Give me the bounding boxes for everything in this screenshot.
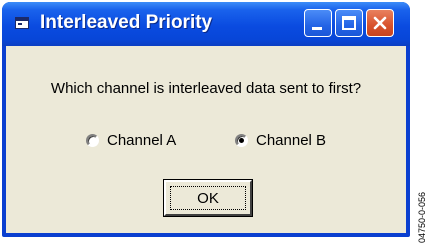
minimize-icon xyxy=(312,27,322,30)
window-title: Interleaved Priority xyxy=(40,12,213,33)
dialog-body: Which channel is interleaved data sent t… xyxy=(6,46,406,233)
radio-button-unselected[interactable] xyxy=(86,133,99,147)
radio-button-selected[interactable] xyxy=(235,133,248,147)
radio-channel-b[interactable]: Channel B xyxy=(235,130,326,150)
figure-id: 04750-0-056 xyxy=(417,191,427,243)
radio-channel-a[interactable]: Channel A xyxy=(86,130,176,150)
radio-selected-dot xyxy=(239,137,244,143)
maximize-icon xyxy=(342,16,356,30)
radio-label: Channel B xyxy=(256,131,327,149)
ok-button-label: OK xyxy=(170,186,246,210)
maximize-button[interactable] xyxy=(335,9,363,37)
window-icon xyxy=(15,17,29,29)
close-icon xyxy=(373,16,387,30)
close-button[interactable] xyxy=(366,9,394,37)
minimize-button[interactable] xyxy=(304,9,332,37)
question-label: Which channel is interleaved data sent t… xyxy=(50,80,362,97)
title-bar[interactable]: Interleaved Priority xyxy=(2,2,410,46)
ok-button[interactable]: OK xyxy=(163,179,253,217)
dialog-window: Interleaved Priority Which channel is in… xyxy=(2,2,410,237)
radio-label: Channel A xyxy=(107,131,177,149)
